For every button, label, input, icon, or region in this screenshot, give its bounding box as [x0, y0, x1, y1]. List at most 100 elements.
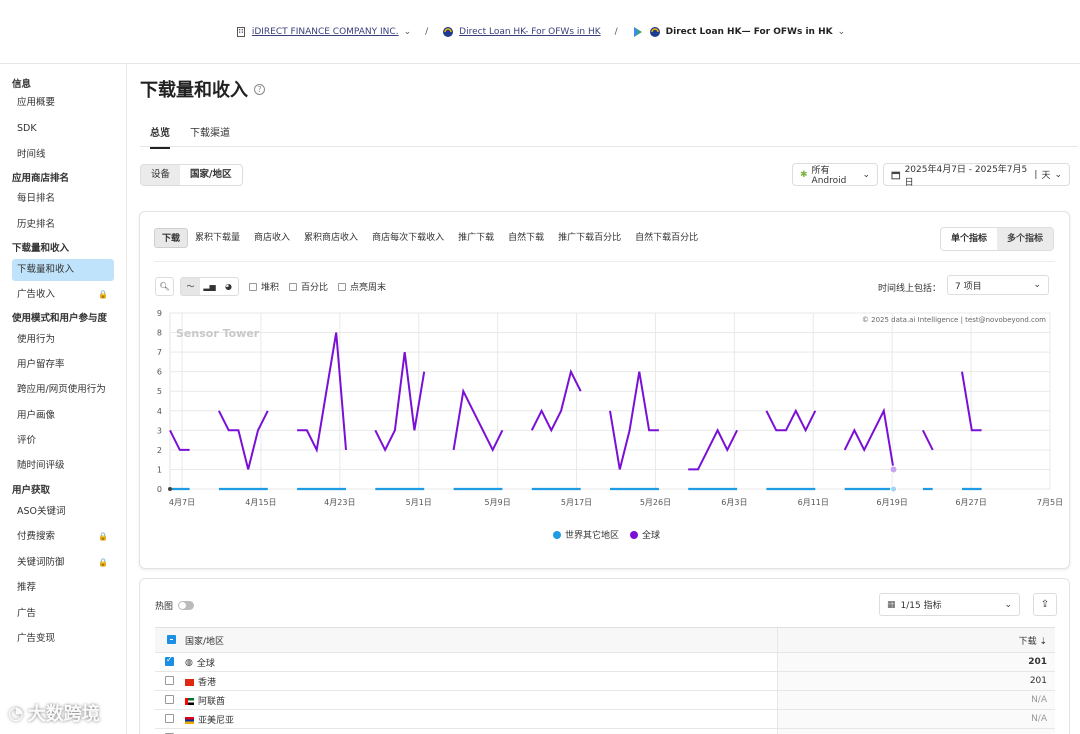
table-row: 香港 201	[155, 671, 1055, 691]
x-tick-label: 4月15日	[245, 498, 276, 507]
downloads-value: N/A	[776, 690, 1055, 710]
chevron-down-icon[interactable]: ⌄	[838, 27, 846, 37]
series-line-global	[961, 371, 982, 432]
select-all-checkbox[interactable]	[166, 635, 176, 644]
series-line-global	[765, 408, 817, 433]
downloads-line-chart: 0 1 2 3 4 5 6 7 8 9 4月7日 4月15日 4月23日 5月1日 5月9日 5月17日 5月2…	[157, 309, 1063, 541]
sidebar-item-label: 随时间评级	[17, 460, 65, 471]
sidebar-item-cross-app-usage[interactable]: 跨应用/网页使用行为	[12, 379, 114, 401]
app-logo-icon	[649, 26, 660, 37]
sidebar-group-user-acquisition: 用户获取	[12, 485, 51, 496]
app-crumb-ios[interactable]: Direct Loan HK- For OFWs in HK	[442, 26, 601, 38]
legend-label: 世界其它地区	[565, 529, 619, 541]
y-tick-label: 3	[157, 426, 162, 435]
heatmap-label: 热图	[155, 602, 174, 612]
series-line-global	[452, 387, 504, 453]
indicator-dropdown[interactable]: ▦ 1/15 指标 ⌄	[879, 593, 1020, 616]
segment-device[interactable]: 设备	[141, 165, 181, 185]
sidebar-item-retention[interactable]: 用户留存率	[12, 354, 114, 376]
sidebar-item-label: SDK	[17, 123, 37, 134]
row-checkbox[interactable]	[165, 695, 174, 704]
downloads-value	[776, 728, 1055, 734]
platform-dropdown[interactable]: ✱ 所有Android ⌄	[792, 163, 878, 186]
row-checkbox[interactable]	[165, 714, 174, 723]
y-tick-label: 6	[157, 368, 162, 377]
help-icon[interactable]: ?	[254, 83, 265, 95]
row-checkbox[interactable]	[165, 655, 174, 666]
sidebar-item-app-overview[interactable]: 应用概要	[12, 92, 114, 114]
toggle-switch[interactable]	[178, 601, 195, 610]
downloads-value: 201	[776, 671, 1055, 691]
data-point-marker	[890, 485, 898, 493]
legend-label: 全球	[642, 529, 660, 541]
x-tick-label: 5月17日	[561, 498, 592, 507]
divider: |	[1034, 169, 1038, 180]
country-column-header[interactable]: 国家/地区	[185, 627, 777, 653]
series-line-global	[374, 351, 426, 453]
chevron-down-icon[interactable]: ⌄	[404, 27, 412, 37]
downloads-column-header[interactable]: 下载 ⇣	[776, 627, 1055, 653]
sidebar-item-ratings-over-time[interactable]: 随时间评级	[12, 455, 114, 477]
building-icon	[236, 26, 245, 37]
x-tick-label: 4月7日	[169, 498, 195, 507]
lock-icon: 🔒	[98, 290, 108, 299]
sidebar-group-info: 信息	[12, 79, 32, 90]
row-checkbox[interactable]	[165, 676, 174, 685]
sidebar-item-keyword-defense[interactable]: 关键词防御 🔒	[12, 552, 114, 574]
sidebar-item-paid-search[interactable]: 付费搜索 🔒	[12, 526, 114, 548]
app-name-android: Direct Loan HK— For OFWs in HK	[665, 26, 833, 37]
tab-overview[interactable]: 总览	[150, 124, 170, 149]
export-icon[interactable]: ⇪	[1033, 593, 1057, 616]
sidebar-item-aso-keywords[interactable]: ASO关键词	[12, 501, 114, 523]
country-name: 全球	[196, 658, 215, 669]
sidebar-item-daily-ranking[interactable]: 每日排名	[12, 188, 114, 210]
sidebar-item-label: 推荐	[17, 582, 37, 593]
sidebar-item-downloads-revenue[interactable]: 下载量和收入	[12, 259, 114, 281]
x-tick-label: 6月19日	[877, 498, 908, 507]
sidebar-item-ad-monetization[interactable]: 广告变现	[12, 628, 114, 650]
dimension-segment: 设备 国家/地区	[140, 164, 243, 186]
country-name	[185, 728, 777, 734]
sidebar-item-sdk[interactable]: SDK	[12, 118, 114, 140]
sidebar-item-label: 下载量和收入	[17, 264, 75, 275]
page-tabs: 总览 下载渠道	[140, 118, 1078, 149]
chevron-down-icon: ⌄	[1054, 169, 1062, 180]
downloads-value: N/A	[776, 709, 1055, 729]
sidebar-item-label: 每日排名	[17, 193, 56, 204]
company-crumb[interactable]: iDIRECT FINANCE COMPANY INC. ⌄	[235, 26, 411, 38]
app-name-ios[interactable]: Direct Loan HK- For OFWs in HK	[459, 27, 600, 37]
granularity-value: 天	[1041, 171, 1051, 181]
sidebar-item-usage-behavior[interactable]: 使用行为	[12, 329, 114, 351]
tab-download-channels[interactable]: 下载渠道	[190, 124, 230, 147]
heatmap-toggle[interactable]: 热图	[155, 599, 195, 612]
lock-icon: 🔒	[98, 532, 108, 541]
watermark: ◔ 大数跨境	[8, 700, 100, 726]
grid-icon: ▦	[887, 599, 896, 610]
breadcrumb-separator: /	[425, 26, 429, 37]
app-crumb-android[interactable]: Direct Loan HK— For OFWs in HK ⌄	[632, 26, 845, 38]
sidebar-item-label: 应用概要	[17, 97, 56, 108]
country-name: 香港	[198, 677, 217, 688]
sidebar-item-timeline[interactable]: 时间线	[12, 144, 114, 166]
sidebar-item-reviews[interactable]: 评价	[12, 430, 114, 452]
sidebar-item-historical-ranking[interactable]: 历史排名	[12, 214, 114, 236]
sidebar-item-ad-revenue[interactable]: 广告收入 🔒	[12, 284, 114, 306]
segment-country[interactable]: 国家/地区	[180, 165, 241, 185]
lock-icon: 🔒	[98, 558, 108, 567]
sidebar-item-label: 关键词防御	[17, 557, 65, 568]
sidebar-item-label: 跨应用/网页使用行为	[17, 384, 106, 395]
watermark-logo-icon: ◔	[8, 702, 24, 724]
sidebar-item-ads[interactable]: 广告	[12, 603, 114, 625]
select-all-cell[interactable]	[155, 627, 185, 653]
app-logo-icon	[443, 26, 454, 37]
sidebar-item-user-profile[interactable]: 用户画像	[12, 405, 114, 427]
series-line-global	[530, 368, 582, 433]
sidebar-item-label: 时间线	[17, 149, 46, 160]
sort-desc-icon: ⇣	[1039, 636, 1047, 647]
sidebar-item-featured[interactable]: 推荐	[12, 577, 114, 599]
sidebar-item-label: 广告	[17, 608, 37, 619]
chart-card: 下载 累积下载量 商店收入 累积商店收入 商店每次下载收入 推广下载 自然下载 …	[139, 211, 1070, 569]
company-name[interactable]: iDIRECT FINANCE COMPANY INC.	[252, 27, 399, 37]
date-range-picker[interactable]: 2025年4月7日 - 2025年7月5日 | 天 ⌄	[883, 163, 1070, 188]
hong-kong-flag-icon	[185, 678, 194, 686]
